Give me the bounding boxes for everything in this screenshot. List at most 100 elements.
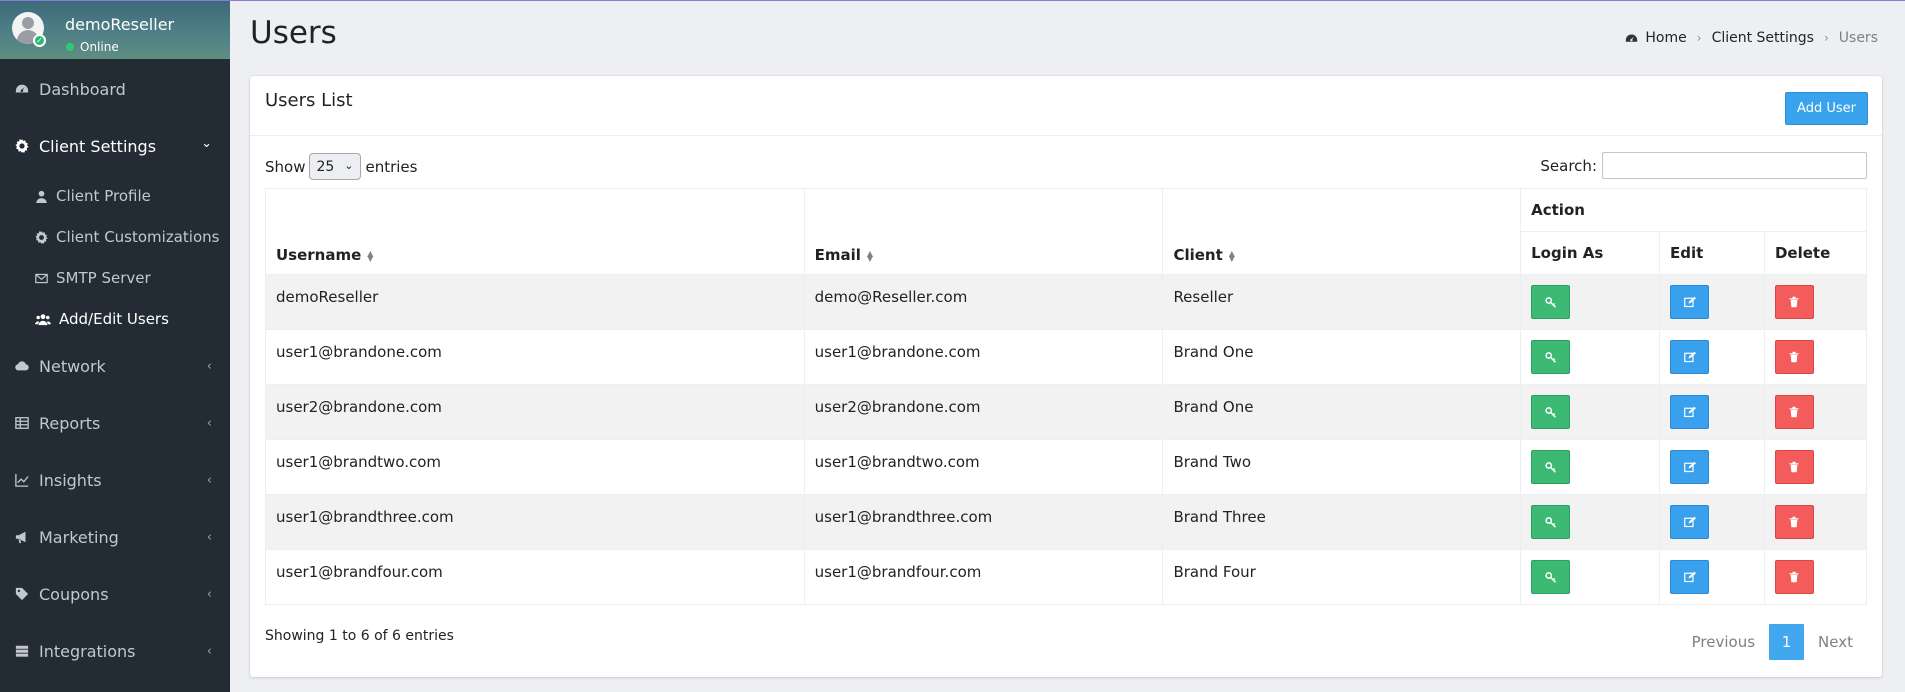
sidebar-subitem-smtp-server[interactable]: SMTP Server (0, 263, 230, 293)
edit-button[interactable] (1670, 340, 1710, 374)
edit-icon (1683, 351, 1696, 363)
breadcrumb: Home › Client Settings › Users (1625, 30, 1878, 46)
cell-client: Brand Three (1162, 494, 1522, 550)
chevron-left-icon: ‹ (206, 358, 212, 374)
chevron-left-icon: ‹ (206, 586, 212, 602)
login-as-button[interactable] (1531, 395, 1571, 429)
sort-icon: ▲ ▼ (866, 248, 874, 263)
previous-page-button[interactable]: Previous (1678, 624, 1769, 660)
gear-icon (35, 230, 48, 244)
card-header: Users List Add User (250, 76, 1882, 136)
edit-button[interactable] (1670, 395, 1710, 429)
edit-icon (1683, 296, 1696, 308)
edit-button[interactable] (1670, 505, 1710, 539)
key-icon (1545, 297, 1556, 308)
table-search: Search: (1540, 152, 1867, 179)
key-icon (1545, 407, 1556, 418)
login-as-button[interactable] (1531, 340, 1571, 374)
edit-icon (1683, 461, 1696, 473)
next-page-button[interactable]: Next (1804, 624, 1867, 660)
column-header-label: Email (814, 246, 861, 264)
delete-button[interactable] (1774, 505, 1814, 539)
edit-icon (1683, 406, 1696, 418)
cell-username: user2@brandone.com (265, 384, 805, 440)
delete-button[interactable] (1774, 450, 1814, 484)
online-dot-icon (66, 43, 74, 51)
user-status-label: Online (80, 40, 119, 54)
table-row: user1@brandtwo.com user1@brandtwo.com Br… (265, 439, 1868, 495)
sidebar-item-marketing[interactable]: Marketing ‹ (0, 517, 230, 557)
key-icon (1545, 462, 1556, 473)
entries-select-value: 25 (316, 158, 335, 175)
sidebar-item-coupons[interactable]: Coupons ‹ (0, 574, 230, 614)
sidebar-item-client-settings[interactable]: Client Settings ⌄ (0, 126, 230, 166)
tag-icon (15, 587, 29, 601)
page-number-button[interactable]: 1 (1769, 624, 1805, 660)
delete-button[interactable] (1774, 395, 1814, 429)
verified-badge-icon: ✓ (33, 34, 46, 47)
trash-icon (1789, 461, 1799, 473)
trash-icon (1789, 351, 1799, 363)
cell-email: user2@brandone.com (803, 384, 1164, 440)
sidebar-item-label: Marketing (39, 527, 119, 547)
column-header-client[interactable]: Client ▲ ▼ (1162, 188, 1522, 275)
sidebar-item-network[interactable]: Network ‹ (0, 346, 230, 386)
sidebar-item-label: Client Settings (39, 136, 157, 156)
trash-icon (1789, 406, 1799, 418)
edit-icon (1683, 571, 1696, 583)
sidebar-subitem-client-profile[interactable]: Client Profile (0, 181, 230, 211)
sidebar-subitem-add-edit-users[interactable]: Add/Edit Users (0, 304, 230, 334)
sort-icon: ▲ ▼ (367, 248, 374, 263)
delete-button[interactable] (1774, 560, 1814, 594)
breadcrumb-separator: › (1696, 31, 1702, 45)
sidebar-item-label: Insights (39, 470, 102, 490)
delete-button[interactable] (1774, 340, 1814, 374)
gear-icon (15, 139, 29, 153)
column-header-username[interactable]: Username ▲ ▼ (265, 188, 805, 275)
column-header-login-as: Login As (1520, 231, 1661, 275)
edit-button[interactable] (1670, 285, 1710, 319)
login-as-button[interactable] (1531, 505, 1571, 539)
search-input[interactable] (1602, 152, 1867, 179)
sidebar-item-integrations[interactable]: Integrations ‹ (0, 631, 230, 671)
table-row: user1@brandthree.com user1@brandthree.co… (265, 494, 1868, 550)
delete-button[interactable] (1774, 285, 1814, 319)
key-icon (1545, 572, 1556, 583)
login-as-button[interactable] (1531, 285, 1571, 319)
table-row: user1@brandfour.com user1@brandfour.com … (265, 549, 1868, 605)
table-icon (15, 416, 29, 430)
breadcrumb-client-settings[interactable]: Client Settings (1712, 30, 1814, 46)
users-card: Users List Add User Show 25 ⌄ entries Se… (250, 76, 1882, 677)
trash-icon (1789, 516, 1799, 528)
edit-button[interactable] (1670, 560, 1710, 594)
sidebar-item-reports[interactable]: Reports ‹ (0, 403, 230, 443)
sidebar-item-insights[interactable]: Insights ‹ (0, 460, 230, 500)
sidebar-subitem-client-customizations[interactable]: Client Customizations (0, 222, 230, 252)
cell-client: Reseller (1162, 274, 1522, 330)
breadcrumb-current: Users (1838, 30, 1878, 46)
column-header-action: Action (1520, 188, 1867, 232)
cell-username: user1@brandthree.com (265, 494, 805, 550)
show-label: Show (265, 157, 306, 176)
sidebar-item-label: Coupons (39, 584, 109, 604)
login-as-button[interactable] (1531, 560, 1571, 594)
bullhorn-icon (15, 530, 29, 544)
sidebar-item-label: Integrations (39, 641, 136, 661)
add-user-button[interactable]: Add User (1785, 92, 1868, 125)
entries-select[interactable]: 25 ⌄ (309, 153, 362, 180)
cell-client: Brand Two (1162, 439, 1522, 495)
breadcrumb-home[interactable]: Home (1645, 30, 1686, 46)
chevron-left-icon: ‹ (206, 472, 212, 488)
line-chart-icon (15, 473, 29, 487)
column-header-email[interactable]: Email ▲ ▼ (803, 188, 1164, 275)
sidebar-subitem-label: SMTP Server (56, 269, 151, 287)
edit-button[interactable] (1670, 450, 1710, 484)
login-as-button[interactable] (1531, 450, 1571, 484)
cell-username: user1@brandfour.com (265, 549, 805, 605)
tachometer-icon (1625, 32, 1638, 45)
table-info: Showing 1 to 6 of 6 entries (265, 628, 454, 644)
sidebar-item-dashboard[interactable]: Dashboard (0, 69, 230, 109)
sidebar-subitem-label: Add/Edit Users (59, 310, 169, 328)
sidebar-item-label: Dashboard (39, 79, 126, 99)
user-name[interactable]: demoReseller (65, 15, 174, 34)
